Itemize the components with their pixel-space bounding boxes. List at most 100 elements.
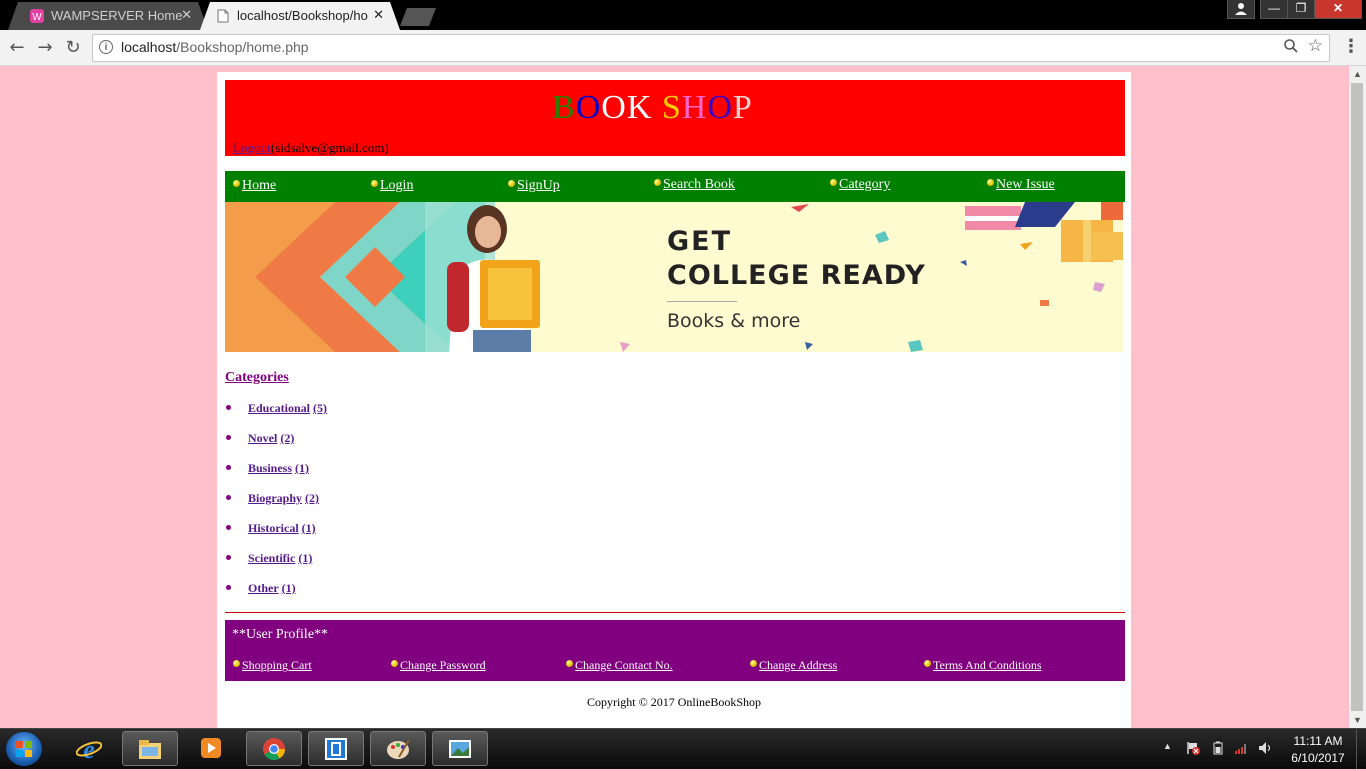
- category-link[interactable]: Biography (2): [248, 491, 319, 506]
- file-explorer-icon[interactable]: [122, 731, 178, 766]
- scroll-thumb[interactable]: [1351, 83, 1363, 711]
- bullet-icon: [566, 660, 573, 667]
- nav-login-link[interactable]: Login: [371, 178, 413, 194]
- category-link[interactable]: Novel (2): [248, 431, 294, 446]
- internet-explorer-icon[interactable]: e: [62, 731, 118, 766]
- zoom-icon[interactable]: [1283, 38, 1299, 54]
- category-link[interactable]: Historical (1): [248, 521, 316, 536]
- category-link[interactable]: Scientific (1): [248, 551, 312, 566]
- brand-letter: K: [626, 89, 653, 126]
- categories-heading[interactable]: Categories: [225, 370, 289, 386]
- category-name: Novel: [248, 431, 278, 445]
- media-player-icon[interactable]: [184, 731, 240, 766]
- url-text[interactable]: localhost/Bookshop/home.php: [121, 39, 309, 55]
- category-count: (5): [313, 401, 328, 415]
- profile-link-label: Terms And Conditions: [933, 658, 1042, 672]
- change-password-link[interactable]: Change Password: [391, 658, 486, 673]
- list-bullet: [226, 525, 231, 530]
- list-bullet: [226, 435, 231, 440]
- tab-bookshop-home[interactable]: localhost/Bookshop/home.php ✕: [200, 2, 400, 30]
- list-bullet: [226, 495, 231, 500]
- action-center-flag-icon[interactable]: [1186, 741, 1200, 755]
- nav-home-link[interactable]: Home: [233, 178, 276, 194]
- nav-signup-link[interactable]: SignUp: [508, 178, 560, 194]
- maximize-button[interactable]: ❐: [1287, 0, 1315, 19]
- back-arrow-icon[interactable]: ←: [5, 36, 29, 60]
- category-count: (1): [281, 581, 296, 595]
- scroll-up-arrow-icon[interactable]: ▲: [1349, 66, 1366, 82]
- scroll-down-arrow-icon[interactable]: ▼: [1349, 712, 1366, 728]
- category-link[interactable]: Business (1): [248, 461, 309, 476]
- clock-time[interactable]: 11:11 AM: [1283, 734, 1353, 748]
- nav-label: SignUp: [517, 178, 560, 193]
- nav-new-issue-link[interactable]: New Issue: [987, 177, 1055, 193]
- promo-banner: GET COLLEGE READY Books & more: [225, 202, 1123, 352]
- tab-title: WAMPSERVER Homepage: [51, 8, 182, 23]
- address-bar[interactable]: i localhost/Bookshop/home.php ☆: [92, 34, 1330, 62]
- network-icon[interactable]: [1234, 741, 1248, 755]
- profile-icon[interactable]: [1227, 0, 1255, 19]
- category-link[interactable]: Other (1): [248, 581, 296, 596]
- profile-link-label: Shopping Cart: [242, 658, 312, 672]
- category-count: (1): [295, 461, 310, 475]
- page-scrollbar[interactable]: ▲ ▼: [1349, 66, 1366, 728]
- profile-link-label: Change Address: [759, 658, 838, 672]
- app-icon[interactable]: [308, 731, 364, 766]
- nav-label: Home: [242, 178, 277, 193]
- change-contact-link[interactable]: Change Contact No.: [566, 658, 673, 673]
- url-path: /Bookshop/home.php: [176, 39, 309, 55]
- bullet-icon: [391, 660, 398, 667]
- clock-date[interactable]: 6/10/2017: [1283, 751, 1353, 765]
- browser-toolbar: ← → ↻ i localhost/Bookshop/home.php ☆ ⋮: [0, 30, 1366, 66]
- nav-category-link[interactable]: Category: [830, 177, 890, 193]
- forward-arrow-icon[interactable]: →: [33, 36, 57, 60]
- nav-search-book-link[interactable]: Search Book: [654, 177, 735, 193]
- brand-letter: B: [552, 89, 576, 126]
- category-count: (2): [305, 491, 320, 505]
- profile-link-label: Change Password: [400, 658, 486, 672]
- category-count: (2): [280, 431, 295, 445]
- user-profile-panel: **User Profile** Shopping Cart Change Pa…: [225, 620, 1125, 681]
- list-bullet: [226, 585, 231, 590]
- minimize-button[interactable]: —: [1260, 0, 1288, 19]
- start-button-icon[interactable]: [6, 732, 42, 766]
- volume-icon[interactable]: [1258, 741, 1272, 755]
- url-host: localhost: [121, 39, 177, 55]
- brand-letter: [652, 89, 662, 126]
- reload-icon[interactable]: ↻: [61, 36, 85, 60]
- banner-headline-2: COLLEGE READY: [667, 260, 926, 291]
- shopping-cart-link[interactable]: Shopping Cart: [233, 658, 312, 673]
- list-bullet: [226, 405, 231, 410]
- page-favicon-icon: [217, 9, 229, 23]
- logout-link[interactable]: Logout: [233, 140, 271, 156]
- site-brand-title: BOOK SHOP: [552, 89, 753, 127]
- close-tab-icon[interactable]: ✕: [373, 7, 384, 23]
- star-icon[interactable]: ☆: [1308, 36, 1323, 56]
- tab-title: localhost/Bookshop/home.php: [237, 8, 368, 23]
- tab-wampserver[interactable]: W WAMPSERVER Homepage ✕: [8, 2, 208, 30]
- close-tab-icon[interactable]: ✕: [181, 7, 192, 23]
- show-hidden-icons-icon[interactable]: ▲: [1163, 741, 1172, 751]
- page-container: BOOK SHOP Logout (sidsalve@gmail.com) Ho…: [217, 72, 1131, 728]
- nav-label: Category: [839, 177, 891, 192]
- info-icon[interactable]: i: [99, 40, 113, 54]
- menu-icon[interactable]: ⋮: [1342, 36, 1360, 57]
- category-count: (1): [301, 521, 316, 535]
- main-nav: Home Login SignUp Search Book Category N…: [225, 171, 1125, 202]
- terms-and-conditions-link[interactable]: Terms And Conditions: [924, 658, 1042, 673]
- brand-letter: S: [661, 89, 682, 126]
- category-name: Biography: [248, 491, 303, 505]
- battery-icon[interactable]: [1211, 741, 1225, 755]
- new-tab-button[interactable]: [400, 8, 436, 26]
- chrome-icon[interactable]: [246, 731, 302, 766]
- list-bullet: [226, 465, 231, 470]
- category-link[interactable]: Educational (5): [248, 401, 327, 416]
- change-address-link[interactable]: Change Address: [750, 658, 837, 673]
- category-name: Business: [248, 461, 293, 475]
- brand-letter: H: [681, 89, 708, 126]
- photos-icon[interactable]: [432, 731, 488, 766]
- show-desktop-button[interactable]: [1356, 729, 1366, 769]
- close-window-button[interactable]: ✕: [1314, 0, 1362, 19]
- site-header: BOOK SHOP Logout (sidsalve@gmail.com): [225, 80, 1125, 156]
- paint-icon[interactable]: [370, 731, 426, 766]
